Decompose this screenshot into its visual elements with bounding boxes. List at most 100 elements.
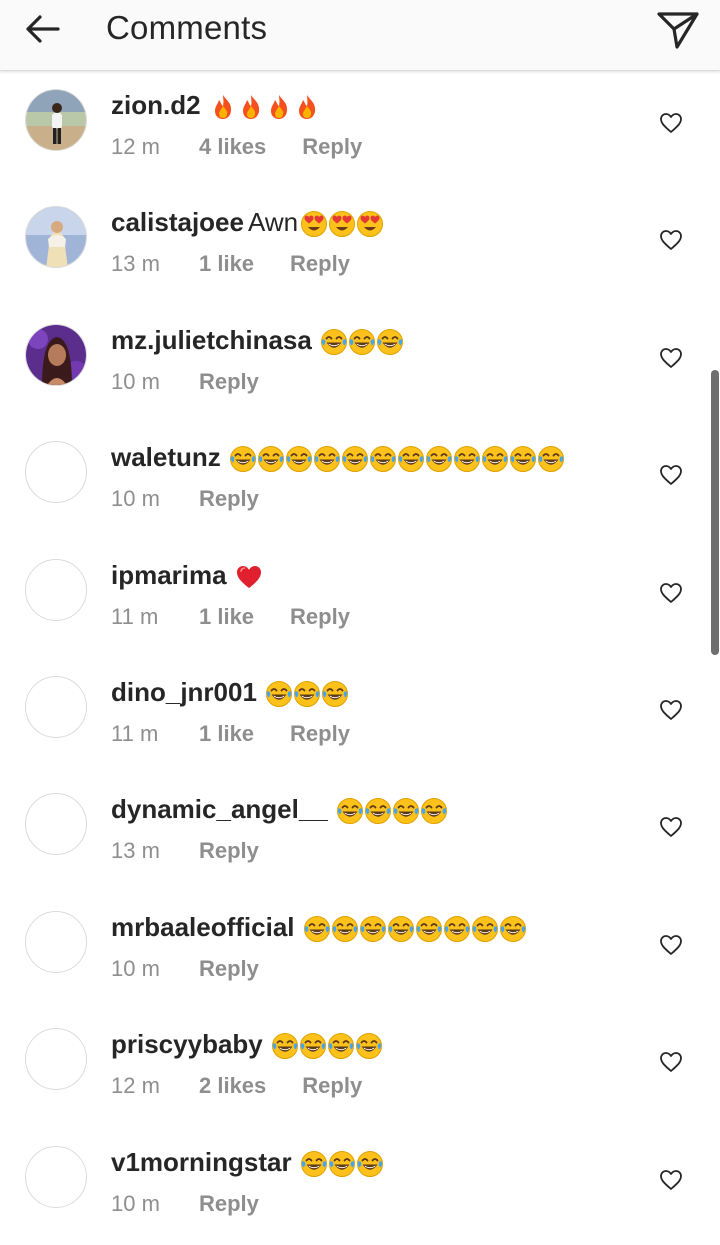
joy-emoji-icon [369,446,396,473]
comment-emojis [320,328,404,362]
reply-button[interactable]: Reply [290,603,350,631]
joy-emoji-icon [229,446,256,473]
like-button[interactable] [659,816,683,838]
reply-button[interactable]: Reply [302,1072,362,1100]
profile-photo [26,207,86,268]
like-button[interactable] [659,582,683,604]
like-button[interactable] [659,1169,683,1191]
comment-meta: 11 m 1 like Reply [111,603,350,631]
heart-outline-icon [660,465,682,486]
reply-button[interactable]: Reply [199,1190,259,1218]
joy-emoji-icon [359,915,386,942]
comment-likes[interactable]: 4 likes [199,133,266,161]
reply-button[interactable]: Reply [199,955,259,983]
joy-emoji-icon [471,915,498,942]
joy-emoji-icon [499,915,526,942]
comment-time: 13 m [111,838,160,864]
heart-outline-icon [660,582,682,603]
comment-username[interactable]: priscyybaby [111,1029,263,1059]
comment-row-6: dino_jnr001 11 m 1 like Reply [0,658,720,775]
comment-username[interactable]: calistajoee [111,207,244,237]
avatar[interactable] [25,206,87,269]
joy-emoji-icon [331,915,358,942]
comment-emojis [303,915,527,949]
comment-time: 13 m [111,251,160,277]
reply-button[interactable]: Reply [199,368,259,396]
like-button[interactable] [659,229,683,251]
comment-likes[interactable]: 1 like [199,603,254,631]
comment-username[interactable]: mrbaaleofficial [111,912,295,942]
heart-outline-icon [660,347,682,368]
comment-time: 10 m [111,1190,160,1216]
comment-row-7: dynamic_angel__ 13 m Reply [0,775,720,892]
joy-emoji-icon [356,1150,383,1177]
joy-emoji-icon [320,328,347,355]
avatar[interactable] [25,441,87,504]
comment-username[interactable]: v1morningstar [111,1147,292,1177]
avatar[interactable] [25,910,87,973]
profile-photo [26,324,86,385]
top-app-bar: Comments [0,0,720,71]
heart-eyes-emoji-icon [357,211,384,238]
avatar[interactable] [25,323,87,386]
comment-username[interactable]: waletunz [111,442,221,472]
heart-outline-icon [660,230,682,251]
avatar[interactable] [25,793,87,856]
comment-time: 10 m [111,486,160,512]
heart-outline-icon [660,1052,682,1073]
like-button[interactable] [659,934,683,956]
comment-line: calistajoee Awn [111,205,384,244]
like-button[interactable] [659,347,683,369]
comment-username[interactable]: ipmarima [111,560,227,590]
comment-row-4: waletunz 10 m Reply [0,423,720,540]
comment-line: ipmarima [111,558,263,597]
share-button[interactable] [656,10,700,50]
comment-likes[interactable]: 1 like [199,720,254,748]
back-button[interactable] [22,12,64,46]
avatar[interactable] [25,1145,87,1208]
comment-row-10: v1morningstar 10 m Reply [0,1128,720,1245]
comment-username[interactable]: dynamic_angel__ [111,794,328,824]
comment-username[interactable]: mz.julietchinasa [111,325,312,355]
like-button[interactable] [659,464,683,486]
avatar[interactable] [25,1028,87,1091]
reply-button[interactable]: Reply [290,720,350,748]
like-button[interactable] [659,1051,683,1073]
reply-button[interactable]: Reply [199,837,259,865]
comment-username[interactable]: zion.d2 [111,90,201,120]
comment-meta: 10 m Reply [111,1190,259,1218]
reply-button[interactable]: Reply [302,133,362,161]
comment-row-1: zion.d2 12 m 4 likes Reply [0,71,720,188]
avatar[interactable] [25,675,87,738]
reply-button[interactable]: Reply [199,485,259,513]
comment-line: mz.julietchinasa [111,323,404,362]
comment-likes[interactable]: 1 like [199,250,254,278]
joy-emoji-icon [420,798,447,825]
joy-emoji-icon [299,1033,326,1060]
heart-outline-icon [660,934,682,955]
comment-line: dynamic_angel__ [111,792,448,831]
avatar[interactable] [25,558,87,621]
comment-meta: 10 m Reply [111,485,259,513]
scrollbar[interactable] [711,370,719,655]
comment-meta: 11 m 1 like Reply [111,720,350,748]
joy-emoji-icon [328,1150,355,1177]
comment-time: 10 m [111,368,160,394]
comment-meta: 10 m Reply [111,955,259,983]
fire-emoji-icon [242,95,259,119]
comment-line: v1morningstar [111,1145,384,1184]
comment-row-5: ipmarima 11 m 1 like Reply [0,541,720,658]
joy-emoji-icon [425,446,452,473]
like-button[interactable] [659,699,683,721]
comment-username[interactable]: dino_jnr001 [111,677,257,707]
like-button[interactable] [659,112,683,134]
joy-emoji-icon [327,1033,354,1060]
reply-button[interactable]: Reply [290,250,350,278]
joy-emoji-icon [265,680,292,707]
comment-likes[interactable]: 2 likes [199,1072,266,1100]
red-heart-emoji-icon [236,565,261,588]
heart-eyes-emoji-icon [301,211,328,238]
comment-row-2: calistajoee Awn 13 m 1 like Reply [0,188,720,305]
comment-emojis [229,445,565,479]
avatar[interactable] [25,89,87,151]
